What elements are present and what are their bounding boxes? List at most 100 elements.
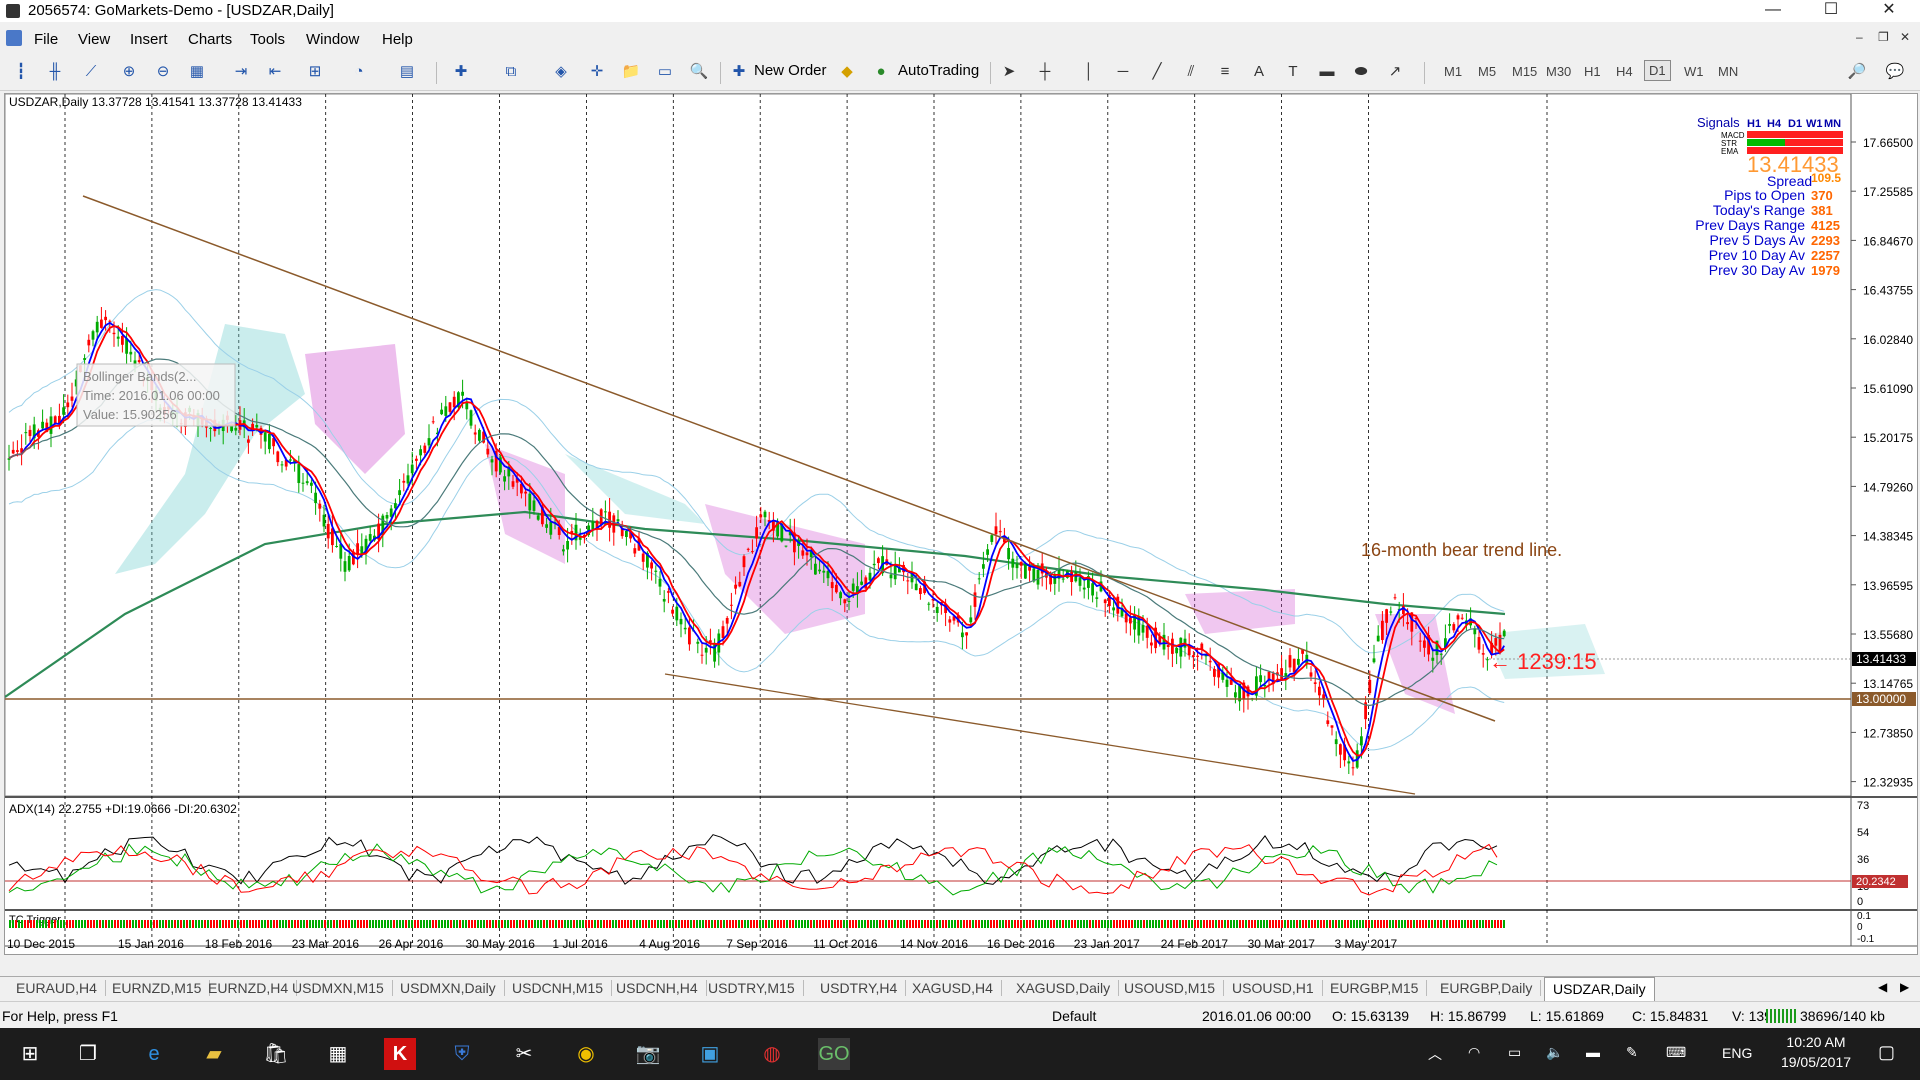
crosshair-tool-icon[interactable]: ┼ bbox=[1034, 61, 1056, 83]
search-icon[interactable]: 🔎 bbox=[1846, 61, 1868, 83]
tab-usdtry-h4[interactable]: USDTRY,H4 bbox=[812, 980, 907, 996]
menu-tools[interactable]: Tools bbox=[250, 31, 285, 48]
ellipse-icon[interactable]: ⬬ bbox=[1350, 61, 1372, 83]
chrome-icon[interactable]: ◉ bbox=[570, 1038, 602, 1070]
navigator-icon[interactable]: ◈ bbox=[550, 61, 572, 83]
menu-view[interactable]: View bbox=[78, 31, 110, 48]
templates-icon[interactable]: ▤ bbox=[396, 61, 418, 83]
chart-shift-icon[interactable]: ⇤ bbox=[264, 61, 286, 83]
timeframe-m15[interactable]: M15 bbox=[1508, 62, 1541, 81]
camera-app-icon[interactable]: 📷 bbox=[632, 1038, 664, 1070]
timeframe-h1[interactable]: H1 bbox=[1580, 62, 1605, 81]
tray-chevron-icon[interactable]: ︿ bbox=[1428, 1044, 1442, 1064]
autotrading-button[interactable]: AutoTrading bbox=[898, 62, 979, 79]
tab-usdmxn-m15[interactable]: USDMXN,M15 bbox=[284, 980, 393, 996]
timeframe-d1[interactable]: D1 bbox=[1644, 60, 1671, 81]
clock-time[interactable]: 10:20 AM bbox=[1776, 1034, 1856, 1050]
metaeditor-icon[interactable]: ◆ bbox=[836, 61, 858, 83]
close-button[interactable]: ✕ bbox=[1866, 0, 1912, 22]
task-view-icon[interactable]: ❐ bbox=[72, 1038, 104, 1070]
crosshair-icon[interactable]: ✛ bbox=[586, 61, 608, 83]
calculator-icon[interactable]: ▦ bbox=[322, 1038, 354, 1070]
indicators-icon[interactable]: ⊞ bbox=[304, 61, 326, 83]
tab-usdmxn-daily[interactable]: USDMXN,Daily bbox=[392, 980, 505, 996]
profiles-icon[interactable]: ⧉ bbox=[500, 61, 522, 83]
timeframe-h4[interactable]: H4 bbox=[1612, 62, 1637, 81]
timeframe-w1[interactable]: W1 bbox=[1680, 62, 1708, 81]
tab-xagusd-h4[interactable]: XAGUSD,H4 bbox=[904, 980, 1002, 996]
volume-icon[interactable]: 🔈 bbox=[1546, 1044, 1563, 1061]
line-chart-icon[interactable]: ⟋ bbox=[80, 61, 102, 83]
tab-xagusd-daily[interactable]: XAGUSD,Daily bbox=[1008, 980, 1120, 996]
timeframe-mn[interactable]: MN bbox=[1714, 62, 1742, 81]
gomarkets-icon[interactable]: GO bbox=[818, 1038, 850, 1070]
arrows-icon[interactable]: ↗ bbox=[1384, 61, 1406, 83]
trendline-icon[interactable]: ╱ bbox=[1146, 61, 1168, 83]
menu-file[interactable]: File bbox=[34, 31, 58, 48]
maximize-button[interactable]: ☐ bbox=[1808, 0, 1854, 22]
tab-eurgbp-m15[interactable]: EURGBP,M15 bbox=[1322, 980, 1428, 996]
tab-scroll-left-icon[interactable]: ◀ bbox=[1878, 980, 1887, 994]
channel-icon[interactable]: ⫽ bbox=[1180, 61, 1202, 83]
text-icon[interactable]: A bbox=[1248, 61, 1270, 83]
mdi-restore-button[interactable]: ❐ bbox=[1878, 30, 1889, 44]
security-shield-icon[interactable]: ⛨ bbox=[446, 1038, 478, 1070]
chart-window[interactable]: 17.66500 17.25585 16.84670 16.43755 16.02840… bbox=[4, 93, 1918, 955]
tab-usdcnh-m15[interactable]: USDCNH,M15 bbox=[504, 980, 613, 996]
trading-app-icon[interactable]: ◍ bbox=[756, 1038, 788, 1070]
zoom-in-icon[interactable]: ⊕ bbox=[118, 61, 140, 83]
timeframe-m30[interactable]: M30 bbox=[1542, 62, 1575, 81]
menu-insert[interactable]: Insert bbox=[130, 31, 168, 48]
timeframe-m5[interactable]: M5 bbox=[1474, 62, 1500, 81]
pen-icon[interactable]: ✎ bbox=[1626, 1044, 1638, 1061]
kaspersky-icon[interactable]: K bbox=[384, 1038, 416, 1070]
fibonacci-icon[interactable]: ≡ bbox=[1214, 61, 1236, 83]
autotrading-icon[interactable]: ● bbox=[870, 61, 892, 83]
store-icon[interactable]: 🛍 bbox=[260, 1038, 292, 1070]
new-order-button[interactable]: New Order bbox=[754, 62, 827, 79]
horizontal-line-icon[interactable]: ─ bbox=[1112, 61, 1134, 83]
tab-eurgbp-daily[interactable]: EURGBP,Daily bbox=[1432, 980, 1542, 996]
timeframe-m1[interactable]: M1 bbox=[1440, 62, 1466, 81]
tab-usousd-h1[interactable]: USOUSD,H1 bbox=[1224, 980, 1323, 996]
tester-icon[interactable]: 🔍 bbox=[688, 61, 710, 83]
autoscroll-icon[interactable]: ⇥ bbox=[230, 61, 252, 83]
battery-icon[interactable]: ▬ bbox=[1586, 1044, 1600, 1060]
file-explorer-icon[interactable]: ▰ bbox=[198, 1038, 230, 1070]
candlestick-icon[interactable]: ╫ bbox=[44, 61, 66, 83]
tab-usdtry-m15[interactable]: USDTRY,M15 bbox=[700, 980, 804, 996]
tab-scroll-right-icon[interactable]: ▶ bbox=[1900, 980, 1909, 994]
chat-icon[interactable]: 💬 bbox=[1884, 61, 1906, 83]
minimize-button[interactable]: — bbox=[1750, 0, 1796, 22]
zoom-out-icon[interactable]: ⊖ bbox=[152, 61, 174, 83]
cursor-icon[interactable]: ➤ bbox=[998, 61, 1020, 83]
tray-display-icon[interactable]: ▭ bbox=[1508, 1044, 1521, 1061]
snipping-tool-icon[interactable]: ✂ bbox=[508, 1038, 540, 1070]
new-order-icon[interactable]: ✚ bbox=[728, 61, 750, 83]
windows-start-icon[interactable]: ⊞ bbox=[14, 1038, 46, 1070]
menu-window[interactable]: Window bbox=[306, 31, 359, 48]
new-chart-icon[interactable]: ✚ bbox=[450, 61, 472, 83]
clock-date[interactable]: 19/05/2017 bbox=[1776, 1054, 1856, 1070]
tab-usousd-m15[interactable]: USOUSD,M15 bbox=[1116, 980, 1225, 996]
tab-eurnzd-m15[interactable]: EURNZD,M15 bbox=[104, 980, 211, 996]
mdi-close-button[interactable]: ✕ bbox=[1900, 30, 1910, 44]
tab-usdzar-daily[interactable]: USDZAR,Daily bbox=[1544, 977, 1655, 1001]
tab-usdcnh-h4[interactable]: USDCNH,H4 bbox=[608, 980, 707, 996]
rectangle-icon[interactable]: ▬ bbox=[1316, 61, 1338, 83]
paint-app-icon[interactable]: ▣ bbox=[694, 1038, 726, 1070]
terminal-icon[interactable]: ▭ bbox=[654, 61, 676, 83]
folder-icon[interactable]: 📁 bbox=[620, 61, 642, 83]
chart-window-icon[interactable] bbox=[6, 30, 22, 46]
notifications-icon[interactable]: ▢ bbox=[1878, 1042, 1895, 1063]
chart-canvas[interactable]: 17.66500 17.25585 16.84670 16.43755 16.02840… bbox=[5, 94, 1917, 954]
menu-help[interactable]: Help bbox=[382, 31, 413, 48]
mdi-minimize-button[interactable]: – bbox=[1856, 30, 1863, 44]
tab-eurnzd-h4[interactable]: EURNZD,H4 bbox=[200, 980, 298, 996]
edge-browser-icon[interactable]: e bbox=[138, 1038, 170, 1070]
bar-chart-icon[interactable]: ┇ bbox=[10, 61, 32, 83]
periods-icon[interactable]: ◔ bbox=[348, 61, 370, 83]
tab-euraud-h4[interactable]: EURAUD,H4 bbox=[8, 980, 106, 996]
tile-windows-icon[interactable]: ▦ bbox=[186, 61, 208, 83]
keyboard-icon[interactable]: ⌨ bbox=[1666, 1044, 1686, 1061]
